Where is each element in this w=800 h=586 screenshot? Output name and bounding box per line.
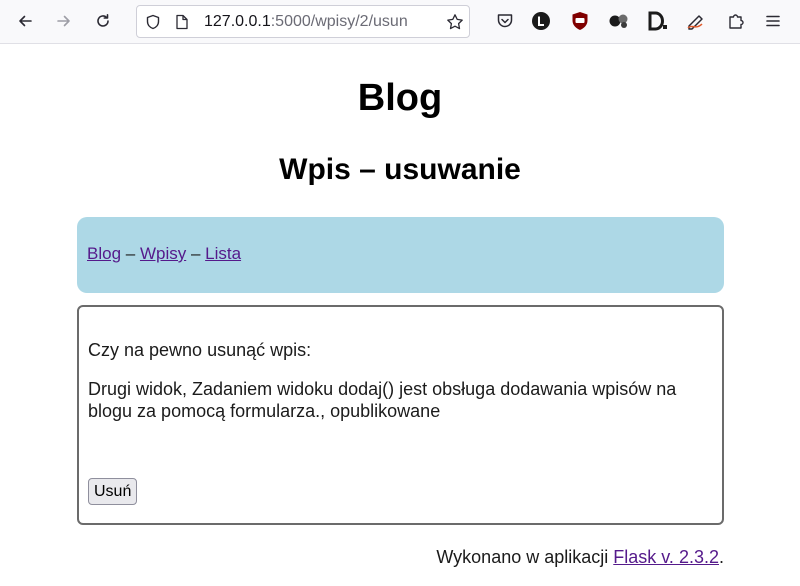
- page-subtitle: Wpis – usuwanie: [279, 153, 521, 186]
- reload-icon: [97, 14, 109, 27]
- nav-link-wpisy[interactable]: Wpisy: [140, 244, 186, 263]
- footer-flask-link[interactable]: Flask v. 2.3.2: [613, 547, 719, 567]
- page-title: Blog: [357, 77, 443, 119]
- footer: Wykonano w aplikacji Flask v. 2.3.2.: [0, 547, 724, 568]
- extension-d-icon[interactable]: [646, 9, 670, 33]
- nav-separator: –: [186, 244, 206, 263]
- nav-link-blog[interactable]: Blog: [87, 244, 121, 263]
- url-path: :5000/wpisy/2/usun: [270, 13, 408, 30]
- nav-separator: –: [121, 244, 140, 263]
- arrow-right-icon: [57, 15, 70, 27]
- url-text[interactable]: 127.0.0.1:5000/wpisy/2/usun: [204, 13, 449, 31]
- extension-l-icon[interactable]: [529, 9, 553, 33]
- nav-link-lista[interactable]: Lista: [205, 244, 241, 263]
- address-bar[interactable]: 127.0.0.1:5000/wpisy/2/usun: [136, 5, 470, 38]
- bookmark-star-icon[interactable]: [445, 12, 465, 32]
- navigation-panel: Blog – Wpisy – Lista: [77, 217, 724, 293]
- browser-toolbar: 127.0.0.1:5000/wpisy/2/usun: [0, 0, 800, 44]
- arrow-left-icon: [19, 15, 32, 27]
- footer-suffix: .: [718, 547, 724, 567]
- forward-button[interactable]: [49, 6, 79, 36]
- footer-prefix: Wykonano w aplikacji: [436, 547, 614, 567]
- url-host: 127.0.0.1: [204, 13, 271, 30]
- page-icon[interactable]: [174, 14, 190, 30]
- shield-icon[interactable]: [145, 14, 161, 30]
- extension-pen-icon[interactable]: [685, 9, 709, 33]
- extensions-puzzle-icon[interactable]: [724, 9, 748, 33]
- hamburger-menu-icon[interactable]: [761, 9, 785, 33]
- pocket-icon[interactable]: [493, 9, 517, 33]
- breadcrumb: Blog – Wpisy – Lista: [87, 244, 241, 264]
- delete-form: Czy na pewno usunąć wpis: Drugi widok, Z…: [77, 305, 724, 525]
- reload-button[interactable]: [88, 6, 118, 36]
- extension-bubbles-icon[interactable]: [607, 9, 631, 33]
- delete-button[interactable]: Usuń: [88, 478, 138, 505]
- ublock-origin-icon[interactable]: [568, 9, 592, 33]
- confirm-question: Czy na pewno usunąć wpis:: [88, 340, 312, 360]
- entry-description: Drugi widok, Zadaniem widoku dodaj() jes…: [88, 379, 677, 421]
- back-button[interactable]: [10, 6, 40, 36]
